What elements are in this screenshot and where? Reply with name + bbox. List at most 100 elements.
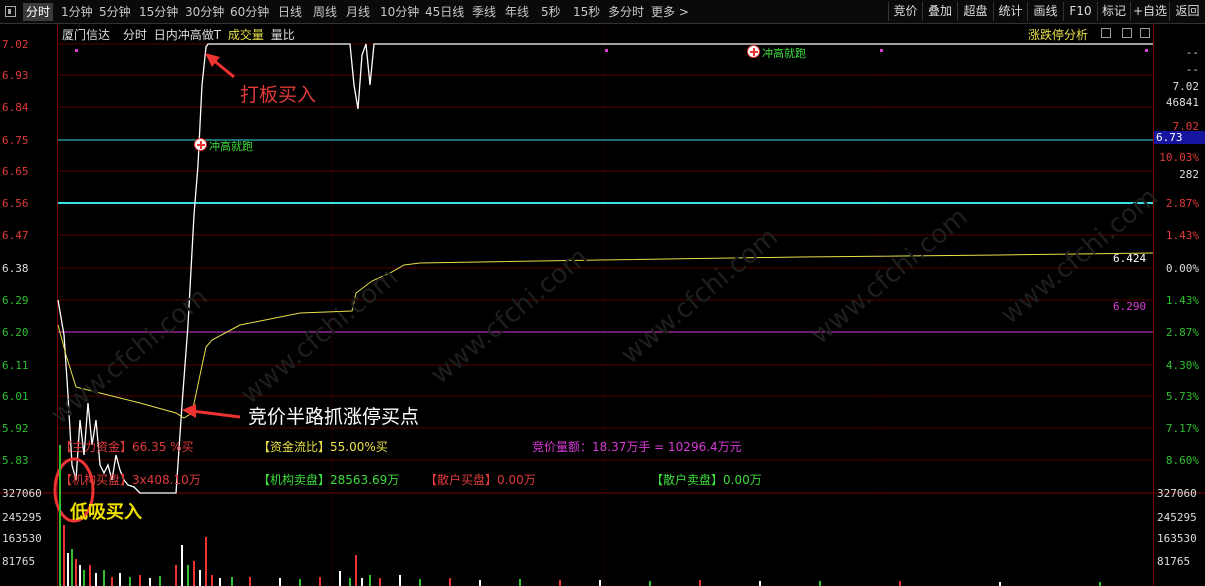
inst-buy-text: 【机构买盘】3x408.10万 (60, 473, 201, 487)
period-tab[interactable]: 分时 (23, 3, 54, 21)
period-tab[interactable]: 月线 (346, 3, 370, 21)
period-tab[interactable]: 更多 > (651, 3, 689, 21)
marker-dot (75, 49, 78, 52)
volume-axis-label: 245295 (1157, 511, 1197, 524)
pct-axis-label: 7.17% (1165, 422, 1199, 435)
toolbar-button[interactable]: 画线 (1027, 2, 1063, 21)
toolbar-button[interactable]: 统计 (993, 2, 1027, 21)
avg-price-label: 6.424 (1113, 252, 1147, 265)
fund-ratio-text: 【资金流比】55.00%买 (258, 440, 388, 454)
price-axis-label: 6.56 (2, 197, 29, 210)
signal-label-2: 冲高就跑 (762, 47, 806, 60)
volume-axis-label: 327060 (2, 487, 42, 500)
annotation-auction-buy: 竞价半路抓涨停买点 (248, 406, 420, 428)
period-tab[interactable]: 日线 (278, 3, 302, 21)
retail-buy-text: 【散户买盘】0.00万 (425, 473, 536, 487)
price-axis-label: 6.20 (2, 326, 29, 339)
period-tab[interactable]: 15秒 (573, 3, 600, 21)
toolbar-button[interactable]: 超盘 (957, 2, 993, 21)
watermark-text: www.cfchi.com (805, 202, 974, 350)
indicator-label[interactable]: 日内冲高做T (154, 28, 221, 42)
pct-axis-label: 4.30% (1165, 359, 1199, 372)
period-tab[interactable]: 1分钟 (61, 3, 93, 21)
price-axis-label: 6.93 (2, 69, 29, 82)
period-tab[interactable]: 周线 (313, 3, 337, 21)
volume-label[interactable]: 成交量 (228, 28, 264, 42)
right-num: 282 (1179, 168, 1199, 181)
signal-plus-icon[interactable] (747, 45, 760, 58)
right-dash-2: -- (1185, 63, 1199, 76)
limit-analysis-link[interactable]: 涨跌停分析 (1028, 26, 1088, 43)
price-axis-label: 6.38 (2, 262, 29, 275)
toolbar-button[interactable]: +自选 (1130, 2, 1169, 21)
pct-axis-label: 2.87% (1165, 197, 1199, 210)
window-icon[interactable] (1140, 28, 1150, 38)
period-tab[interactable]: 60分钟 (230, 3, 269, 21)
period-tab[interactable]: 5秒 (541, 3, 561, 21)
period-tab[interactable]: 45日线 (425, 3, 464, 21)
toolbar-button[interactable]: 标记 (1097, 2, 1130, 21)
right-dash-1: -- (1185, 46, 1199, 59)
right-volume: 46841 (1165, 96, 1199, 109)
period-tab[interactable]: 季线 (472, 3, 496, 21)
price-axis-label: 6.65 (2, 165, 29, 178)
price-axis-label: 6.29 (2, 294, 29, 307)
marker-dot (880, 49, 883, 52)
intraday-chart: www.cfchi.com www.cfchi.com www.cfchi.com w… (0, 25, 1205, 586)
toolbar-button[interactable]: 返回 (1169, 2, 1205, 21)
marker-dot (1145, 49, 1148, 52)
chart-header: 厦门信达 分时 日内冲高做T 成交量 量比 (62, 26, 298, 43)
volume-axis-label: 81765 (2, 555, 36, 568)
price-axis-label: 6.01 (2, 390, 29, 403)
toolbar-button[interactable]: 竞价 (888, 2, 922, 21)
current-price-box: 6.73 (1154, 131, 1205, 144)
pct-axis-label: 1.43% (1165, 294, 1199, 307)
price-axis-label: 6.75 (2, 134, 29, 147)
marker-dot (605, 49, 608, 52)
period-tab[interactable]: 10分钟 (380, 3, 419, 21)
pct-axis-label: 1.43% (1165, 229, 1199, 242)
price-axis-label: 5.83 (2, 454, 29, 467)
volume-axis-label: 81765 (1157, 555, 1191, 568)
mode-label[interactable]: 分时 (123, 28, 147, 42)
annotation-limit-up-buy: 打板买入 (240, 84, 317, 106)
signal-plus-icon[interactable] (194, 138, 207, 151)
ratio-label[interactable]: 量比 (271, 28, 295, 42)
signal-label-1: 冲高就跑 (209, 140, 253, 153)
menu-icon[interactable] (5, 6, 16, 17)
retail-sell-text: 【散户卖盘】0.00万 (651, 473, 762, 487)
price-axis-label: 6.11 (2, 359, 29, 372)
add-icon[interactable] (1101, 28, 1111, 38)
price-axis-label: 5.92 (2, 422, 29, 435)
period-tab[interactable]: 30分钟 (185, 3, 224, 21)
arrow-line (191, 409, 241, 419)
pct-axis-label: 2.87% (1165, 326, 1199, 339)
watermark-text: www.cfchi.com (615, 222, 784, 370)
settings-icon[interactable] (1122, 28, 1132, 38)
auction-text: 竞价量额：18.37万手 = 10296.4万元 (532, 440, 742, 454)
volume-axis-label: 327060 (1157, 487, 1197, 500)
toolbar-button[interactable]: F10 (1063, 2, 1097, 21)
price-axis-label: 7.02 (2, 38, 29, 51)
period-tab[interactable]: 年线 (505, 3, 529, 21)
right-price: 7.02 (1172, 80, 1200, 93)
toolbar-button[interactable]: 叠加 (922, 2, 957, 21)
ref-price-label: 6.290 (1113, 300, 1147, 313)
watermark-text: www.cfchi.com (235, 262, 404, 410)
watermark-text: www.cfchi.com (425, 242, 594, 390)
period-tab[interactable]: 多分时 (608, 3, 644, 21)
price-axis-label: 6.84 (2, 101, 29, 114)
period-toolbar: 分时 1分钟 5分钟 15分钟 30分钟 60分钟 日线 周线 月线 10分钟 45日线 季线 年线 5秒… (0, 0, 1205, 24)
volume-axis-label: 163530 (2, 532, 42, 545)
stock-name: 厦门信达 (62, 28, 111, 42)
volume-axis-label: 163530 (1157, 532, 1197, 545)
period-tab[interactable]: 5分钟 (99, 3, 131, 21)
pct-axis-label: 0.00% (1165, 262, 1199, 275)
annotation-dip-buy: 低吸买入 (70, 502, 142, 523)
price-axis-label: 6.47 (2, 229, 29, 242)
arrow-head (182, 404, 196, 418)
inst-sell-text: 【机构卖盘】28563.69万 (258, 473, 400, 487)
pct-axis-label: 8.60% (1165, 454, 1199, 467)
volume-axis-label: 245295 (2, 511, 42, 524)
period-tab[interactable]: 15分钟 (139, 3, 178, 21)
